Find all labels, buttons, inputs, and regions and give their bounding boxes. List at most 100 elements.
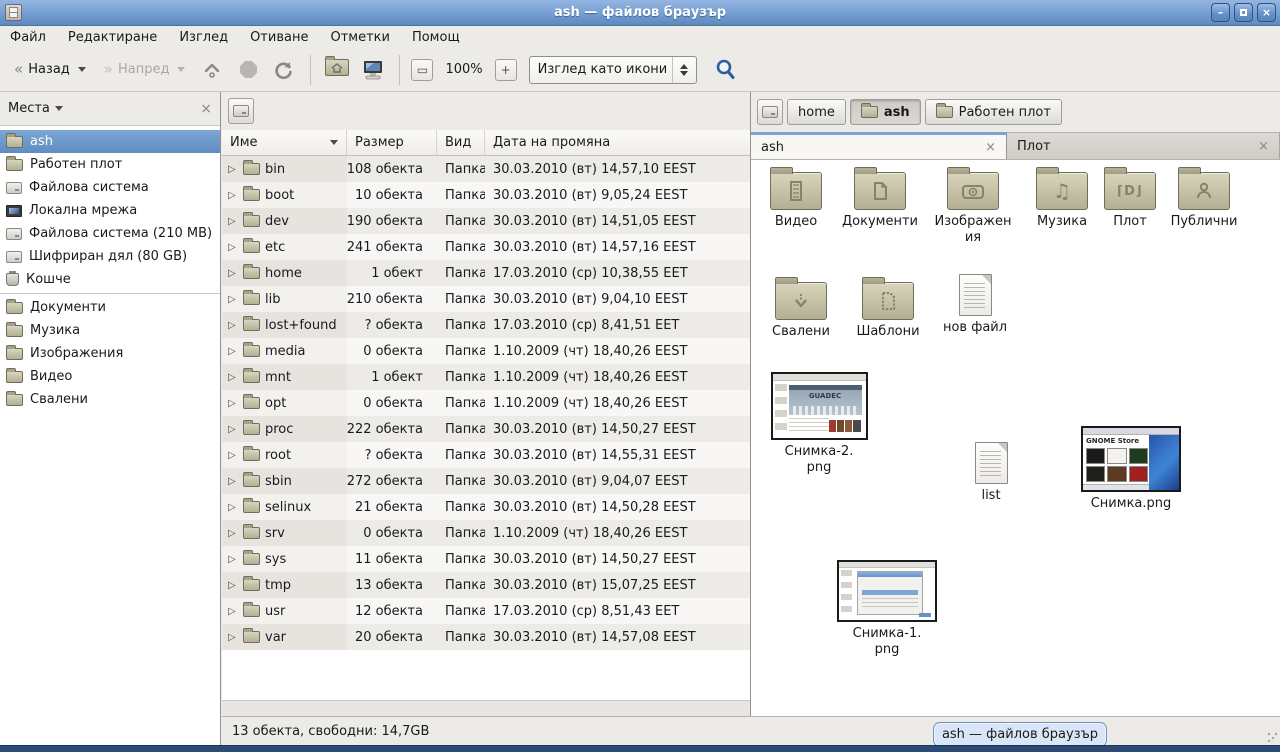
icon-pictures-folder[interactable]: Изображения [927, 164, 1019, 247]
expander-icon[interactable]: ▷ [228, 632, 238, 643]
menu-bookmarks[interactable]: Отметки [330, 30, 389, 45]
icon-templates-folder[interactable]: Шаблони [847, 274, 929, 340]
expander-icon[interactable]: ▷ [228, 528, 238, 539]
column-header-size[interactable]: Размер [347, 130, 437, 155]
stop-button[interactable] [233, 55, 263, 85]
icon-documents-folder[interactable]: Документи [837, 164, 923, 230]
sidebar-item-trash[interactable]: Кошче [0, 268, 220, 291]
taskbar-window-button[interactable]: ash — файлов браузър [933, 722, 1107, 747]
expander-icon[interactable]: ▷ [228, 398, 238, 409]
expander-icon[interactable]: ▷ [228, 164, 238, 175]
table-row[interactable]: ▷tmp 13 обектаПапка30.03.2010 (вт) 15,07… [222, 572, 750, 598]
table-row[interactable]: ▷sbin 272 обектаПапка30.03.2010 (вт) 9,0… [222, 468, 750, 494]
expander-icon[interactable]: ▷ [228, 554, 238, 565]
sidebar-item-network[interactable]: Локална мрежа [0, 199, 220, 222]
computer-button[interactable] [358, 55, 388, 85]
column-header-name[interactable]: Име [222, 130, 347, 155]
expander-icon[interactable]: ▷ [228, 372, 238, 383]
sidebar-close-icon[interactable]: × [200, 101, 212, 117]
menu-go[interactable]: Отиване [250, 30, 308, 45]
table-row[interactable]: ▷home 1 обектПапка17.03.2010 (ср) 10,38,… [222, 260, 750, 286]
expander-icon[interactable]: ▷ [228, 216, 238, 227]
icon-list-file[interactable]: list [954, 438, 1028, 504]
tab-close-icon[interactable]: × [1258, 139, 1269, 154]
menu-edit[interactable]: Редактиране [68, 30, 157, 45]
expander-icon[interactable]: ▷ [228, 346, 238, 357]
table-row[interactable]: ▷mnt 1 обектПапка1.10.2009 (чт) 18,40,26… [222, 364, 750, 390]
sidebar-item-videos[interactable]: Видео [0, 365, 220, 388]
minimize-button[interactable]: – [1211, 3, 1230, 22]
home-button[interactable] [322, 55, 352, 85]
table-row[interactable]: ▷var 20 обектаПапка30.03.2010 (вт) 14,57… [222, 624, 750, 650]
expander-icon[interactable]: ▷ [228, 320, 238, 331]
table-row[interactable]: ▷lost+found ? обектаПапка17.03.2010 (ср)… [222, 312, 750, 338]
table-row[interactable]: ▷srv 0 обектаПапка1.10.2009 (чт) 18,40,2… [222, 520, 750, 546]
sidebar-item-filesystem[interactable]: Файлова система [0, 176, 220, 199]
icon-public-folder[interactable]: Публични [1161, 164, 1247, 230]
table-row[interactable]: ▷etc 241 обектаПапка30.03.2010 (вт) 14,5… [222, 234, 750, 260]
expander-icon[interactable]: ▷ [228, 424, 238, 435]
sidebar-title[interactable]: Места [8, 101, 50, 116]
expander-icon[interactable]: ▷ [228, 502, 238, 513]
sidebar-item-desktop[interactable]: Работен плот [0, 153, 220, 176]
column-header-modified[interactable]: Дата на промяна [485, 130, 750, 155]
icon-downloads-folder[interactable]: Свалени [761, 274, 841, 340]
expander-icon[interactable]: ▷ [228, 606, 238, 617]
view-mode-spinner[interactable] [672, 57, 696, 83]
resize-grip[interactable] [1267, 732, 1277, 742]
expander-icon[interactable]: ▷ [228, 450, 238, 461]
maximize-button[interactable] [1234, 3, 1253, 22]
up-button[interactable] [197, 55, 227, 85]
menu-view[interactable]: Изглед [179, 30, 228, 45]
table-row[interactable]: ▷opt 0 обектаПапка1.10.2009 (чт) 18,40,2… [222, 390, 750, 416]
expander-icon[interactable]: ▷ [228, 476, 238, 487]
icon-desktop-folder[interactable]: ⌈D⌋ Плот [1101, 164, 1159, 230]
expander-icon[interactable]: ▷ [228, 294, 238, 305]
view-mode-select[interactable]: Изглед като икони [529, 56, 697, 84]
table-row[interactable]: ▷sys 11 обектаПапка30.03.2010 (вт) 14,50… [222, 546, 750, 572]
table-row[interactable]: ▷selinux 21 обектаПапка30.03.2010 (вт) 1… [222, 494, 750, 520]
zoom-in-button[interactable]: + [495, 59, 517, 81]
root-path-button[interactable] [228, 98, 254, 124]
path-button-ash[interactable]: ash [850, 99, 921, 125]
column-header-kind[interactable]: Вид [437, 130, 485, 155]
close-button[interactable]: × [1257, 3, 1276, 22]
table-row[interactable]: ▷boot 10 обектаПапка30.03.2010 (вт) 9,05… [222, 182, 750, 208]
reload-button[interactable] [269, 55, 299, 85]
root-path-button[interactable] [757, 99, 783, 125]
back-history-caret-icon[interactable] [78, 67, 86, 72]
expander-icon[interactable]: ▷ [228, 268, 238, 279]
sidebar-item-downloads[interactable]: Свалени [0, 388, 220, 411]
sidebar-item-encrypted-80gb[interactable]: Шифриран дял (80 GB) [0, 245, 220, 268]
icon-snimka-png[interactable]: GNOME Store Снимка.png [1071, 426, 1191, 512]
sidebar-item-home[interactable]: ash [0, 130, 220, 153]
expander-icon[interactable]: ▷ [228, 242, 238, 253]
path-button-desktop[interactable]: Работен плот [925, 99, 1062, 125]
sidebar-item-documents[interactable]: Документи [0, 296, 220, 319]
sidebar-item-pictures[interactable]: Изображения [0, 342, 220, 365]
icon-snimka-2-png[interactable]: GUADEC Снимка-2.png [769, 372, 869, 477]
tab-desktop[interactable]: Плот × [1007, 132, 1280, 159]
table-row[interactable]: ▷usr 12 обектаПапка17.03.2010 (ср) 8,51,… [222, 598, 750, 624]
sidebar-item-music[interactable]: Музика [0, 319, 220, 342]
icon-snimka-1-png[interactable]: Снимка-1.png [835, 560, 939, 659]
forward-button[interactable]: » Напред [98, 58, 192, 81]
table-row[interactable]: ▷media 0 обектаПапка1.10.2009 (чт) 18,40… [222, 338, 750, 364]
path-button-home[interactable]: home [787, 99, 846, 125]
icon-videos-folder[interactable]: Видео [757, 164, 835, 230]
table-row[interactable]: ▷dev 190 обектаПапка30.03.2010 (вт) 14,5… [222, 208, 750, 234]
search-button[interactable] [711, 55, 741, 85]
back-button[interactable]: « Назад [8, 58, 92, 81]
table-row[interactable]: ▷root ? обектаПапка30.03.2010 (вт) 14,55… [222, 442, 750, 468]
icon-new-file[interactable]: нов файл [933, 270, 1017, 336]
tab-ash[interactable]: ash × [751, 132, 1007, 159]
icon-music-folder[interactable]: ♫ Музика [1023, 164, 1101, 230]
table-row[interactable]: ▷lib 210 обектаПапка30.03.2010 (вт) 9,04… [222, 286, 750, 312]
menu-file[interactable]: Файл [10, 30, 46, 45]
zoom-out-button[interactable]: ▭ [411, 59, 433, 81]
table-row[interactable]: ▷bin 108 обектаПапка30.03.2010 (вт) 14,5… [222, 156, 750, 182]
menu-help[interactable]: Помощ [412, 30, 460, 45]
expander-icon[interactable]: ▷ [228, 580, 238, 591]
horizontal-scrollbar[interactable] [222, 700, 750, 716]
tab-close-icon[interactable]: × [985, 140, 996, 155]
